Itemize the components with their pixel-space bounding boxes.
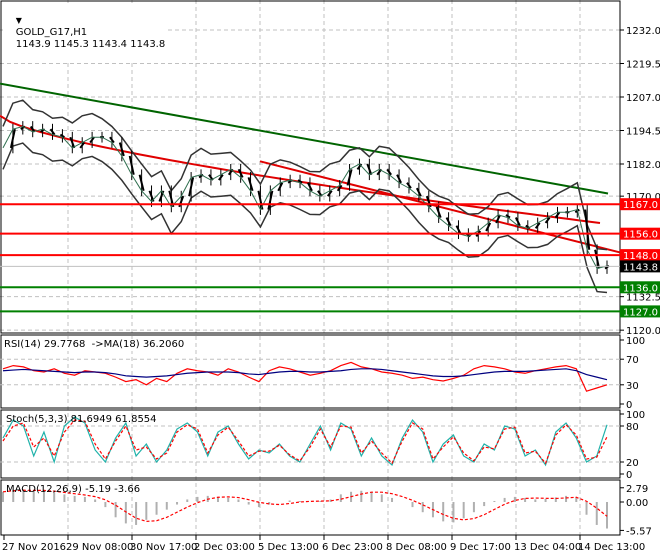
current-price-label: 1143.8 <box>623 262 658 273</box>
price-tick-label: 1132.5 <box>626 293 660 304</box>
ohlc-values: 1143.9 1145.3 1143.4 1143.8 <box>15 39 166 50</box>
symbol-label: GOLD_G17,H1 <box>15 27 88 38</box>
stoch-tick-label: 20 <box>626 458 639 469</box>
level-label: 1136.0 <box>623 283 658 294</box>
chart-window: 1232.0 1219.5 1207.0 1194.5 1182.0 1170.0 1132… <box>0 0 660 560</box>
time-tick-label: 9 Dec 17:00 <box>450 542 511 553</box>
price-tick-label: 1182.0 <box>626 160 660 171</box>
chart-header: ▼ GOLD_G17,H1 1143.9 1145.3 1143.4 1143.… <box>3 3 166 63</box>
rsi-tick-label: 30 <box>626 381 639 392</box>
time-tick-label: 30 Nov 17:00 <box>130 542 198 553</box>
price-tick-label: 1207.0 <box>626 93 660 104</box>
time-tick-label: 13 Dec 04:00 <box>514 542 582 553</box>
level-label: 1167.0 <box>623 200 658 211</box>
stoch-tick-label: 80 <box>626 422 639 433</box>
price-tick-label: 1219.5 <box>626 60 660 71</box>
macd-tick-label: 0.00 <box>626 498 648 509</box>
level-label: 1127.0 <box>623 307 658 318</box>
time-tick-label: 5 Dec 13:00 <box>258 542 319 553</box>
stoch-tick-label: 100 <box>626 410 645 421</box>
time-tick-label: 8 Dec 08:00 <box>386 542 447 553</box>
time-tick-label: 14 Dec 13:00 <box>578 542 646 553</box>
rsi-tick-label: 100 <box>626 336 645 347</box>
stoch-label: Stoch(5,3,3) 81.6949 61.8554 <box>6 414 157 425</box>
triangle-down-icon[interactable]: ▼ <box>16 16 22 25</box>
chart-canvas[interactable]: 1232.01219.51207.01194.51182.01170.01132… <box>0 0 660 560</box>
macd-label: MACD(12,26,9) -5.19 -3.66 <box>6 484 141 495</box>
price-tick-label: 1232.0 <box>626 26 660 37</box>
level-label: 1156.0 <box>623 230 658 241</box>
time-tick-label: 2 Dec 03:00 <box>194 542 255 553</box>
macd-tick-label: -5.57 <box>626 526 652 537</box>
ma-mid-line <box>0 114 601 224</box>
stoch-tick-label: 0 <box>626 470 632 481</box>
time-tick-label: 27 Nov 2016 <box>2 542 67 553</box>
macd-tick-label: 2.79 <box>626 484 648 495</box>
price-tick-label: 1194.5 <box>626 127 660 138</box>
ma-slow-line <box>0 82 609 195</box>
rsi-tick-label: 70 <box>626 355 639 366</box>
time-tick-label: 29 Nov 08:00 <box>66 542 134 553</box>
rsi-label: RSI(14) 29.7768 ->MA(18) 36.2060 <box>4 339 185 351</box>
time-tick-label: 6 Dec 23:00 <box>322 542 383 553</box>
